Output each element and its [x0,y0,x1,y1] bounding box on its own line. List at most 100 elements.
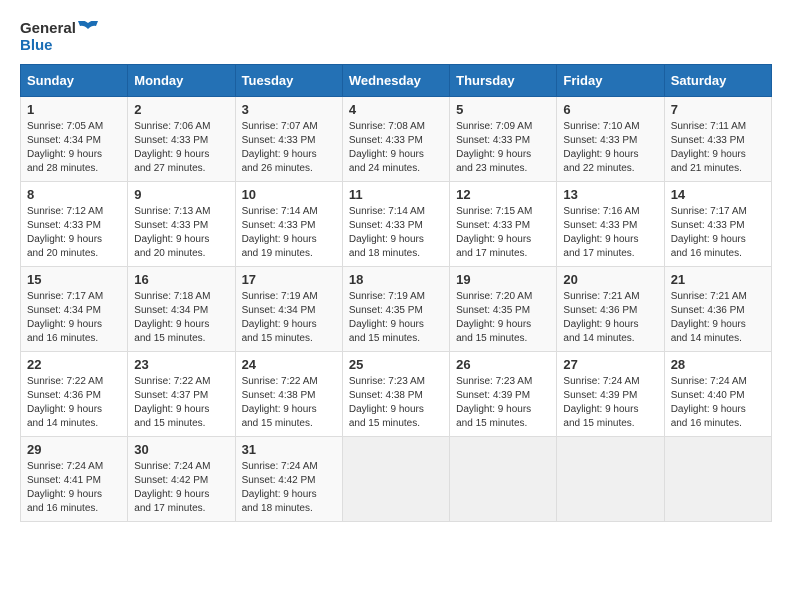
week-row-5: 29 Sunrise: 7:24 AMSunset: 4:41 PMDayligh… [21,437,772,522]
day-number: 10 [242,187,336,202]
day-info: Sunrise: 7:15 AMSunset: 4:33 PMDaylight:… [456,205,550,261]
calendar-cell: 1Sunrise: 7:05 AMSunset: 4:34 PMDaylight… [21,97,128,182]
day-info: Sunrise: 7:19 AMSunset: 4:34 PMDaylight:… [242,290,336,346]
calendar-cell: 14 Sunrise: 7:17 AMSunset: 4:33 PMDayligh… [664,182,771,267]
day-number: 17 [242,272,336,287]
day-number: 20 [563,272,657,287]
day-number: 24 [242,357,336,372]
logo: General Blue [20,20,98,54]
day-info: Sunrise: 7:20 AMSunset: 4:35 PMDaylight:… [456,290,550,346]
day-number: 30 [134,442,228,457]
day-info: Sunrise: 7:17 AMSunset: 4:33 PMDaylight:… [671,205,765,261]
day-info: Sunrise: 7:23 AMSunset: 4:38 PMDaylight:… [349,375,443,431]
header-day-thursday: Thursday [450,65,557,97]
calendar-cell: 24 Sunrise: 7:22 AMSunset: 4:38 PMDayligh… [235,352,342,437]
calendar-cell: 20 Sunrise: 7:21 AMSunset: 4:36 PMDayligh… [557,267,664,352]
day-info: Sunrise: 7:24 AMSunset: 4:39 PMDaylight:… [563,375,657,431]
day-number: 9 [134,187,228,202]
calendar-cell: 3 Sunrise: 7:07 AMSunset: 4:33 PMDaylight… [235,97,342,182]
day-number: 3 [242,102,336,117]
calendar-cell: 21 Sunrise: 7:21 AMSunset: 4:36 PMDayligh… [664,267,771,352]
calendar-cell [450,437,557,522]
day-number: 2 [134,102,228,117]
calendar-cell: 27 Sunrise: 7:24 AMSunset: 4:39 PMDayligh… [557,352,664,437]
day-info: Sunrise: 7:09 AMSunset: 4:33 PMDaylight:… [456,120,550,176]
calendar-cell: 8 Sunrise: 7:12 AMSunset: 4:33 PMDaylight… [21,182,128,267]
day-number: 14 [671,187,765,202]
day-number: 27 [563,357,657,372]
calendar-cell: 12 Sunrise: 7:15 AMSunset: 4:33 PMDayligh… [450,182,557,267]
calendar-cell: 19Sunrise: 7:20 AMSunset: 4:35 PMDayligh… [450,267,557,352]
calendar-cell: 6Sunrise: 7:10 AMSunset: 4:33 PMDaylight… [557,97,664,182]
calendar-cell: 26 Sunrise: 7:23 AMSunset: 4:39 PMDayligh… [450,352,557,437]
day-number: 29 [27,442,121,457]
logo-blue: Blue [20,37,53,54]
calendar-cell: 18 Sunrise: 7:19 AMSunset: 4:35 PMDayligh… [342,267,449,352]
day-number: 5 [456,102,550,117]
calendar-cell: 23 Sunrise: 7:22 AMSunset: 4:37 PMDayligh… [128,352,235,437]
day-info: Sunrise: 7:19 AMSunset: 4:35 PMDaylight:… [349,290,443,346]
day-number: 12 [456,187,550,202]
page-header: General Blue [20,20,772,54]
day-info: Sunrise: 7:22 AMSunset: 4:37 PMDaylight:… [134,375,228,431]
header-row: SundayMondayTuesdayWednesdayThursdayFrid… [21,65,772,97]
header-day-saturday: Saturday [664,65,771,97]
header-day-friday: Friday [557,65,664,97]
calendar-cell: 15Sunrise: 7:17 AMSunset: 4:34 PMDayligh… [21,267,128,352]
calendar-cell: 16 Sunrise: 7:18 AMSunset: 4:34 PMDayligh… [128,267,235,352]
logo-bird-icon [78,21,98,37]
day-info: Sunrise: 7:14 AMSunset: 4:33 PMDaylight:… [242,205,336,261]
calendar-cell: 5 Sunrise: 7:09 AMSunset: 4:33 PMDaylight… [450,97,557,182]
calendar-cell: 13Sunrise: 7:16 AMSunset: 4:33 PMDayligh… [557,182,664,267]
calendar-cell [557,437,664,522]
day-info: Sunrise: 7:24 AMSunset: 4:40 PMDaylight:… [671,375,765,431]
calendar-cell: 30 Sunrise: 7:24 AMSunset: 4:42 PMDayligh… [128,437,235,522]
day-info: Sunrise: 7:24 AMSunset: 4:41 PMDaylight:… [27,460,121,516]
day-number: 23 [134,357,228,372]
calendar-cell [342,437,449,522]
logo-general: General [20,20,76,37]
week-row-1: 1Sunrise: 7:05 AMSunset: 4:34 PMDaylight… [21,97,772,182]
header-day-wednesday: Wednesday [342,65,449,97]
day-number: 8 [27,187,121,202]
day-info: Sunrise: 7:21 AMSunset: 4:36 PMDaylight:… [671,290,765,346]
calendar-cell: 17 Sunrise: 7:19 AMSunset: 4:34 PMDayligh… [235,267,342,352]
calendar-cell: 31Sunrise: 7:24 AMSunset: 4:42 PMDayligh… [235,437,342,522]
day-info: Sunrise: 7:24 AMSunset: 4:42 PMDaylight:… [242,460,336,516]
day-number: 6 [563,102,657,117]
day-info: Sunrise: 7:18 AMSunset: 4:34 PMDaylight:… [134,290,228,346]
day-number: 28 [671,357,765,372]
calendar-cell: 9 Sunrise: 7:13 AMSunset: 4:33 PMDaylight… [128,182,235,267]
day-number: 18 [349,272,443,287]
day-number: 7 [671,102,765,117]
day-info: Sunrise: 7:22 AMSunset: 4:38 PMDaylight:… [242,375,336,431]
calendar-cell: 11Sunrise: 7:14 AMSunset: 4:33 PMDayligh… [342,182,449,267]
day-info: Sunrise: 7:21 AMSunset: 4:36 PMDaylight:… [563,290,657,346]
day-number: 26 [456,357,550,372]
calendar-cell: 7Sunrise: 7:11 AMSunset: 4:33 PMDaylight… [664,97,771,182]
day-info: Sunrise: 7:16 AMSunset: 4:33 PMDaylight:… [563,205,657,261]
day-number: 21 [671,272,765,287]
day-number: 16 [134,272,228,287]
calendar-cell: 10 Sunrise: 7:14 AMSunset: 4:33 PMDayligh… [235,182,342,267]
calendar-cell: 29 Sunrise: 7:24 AMSunset: 4:41 PMDayligh… [21,437,128,522]
calendar-cell: 4 Sunrise: 7:08 AMSunset: 4:33 PMDaylight… [342,97,449,182]
week-row-4: 22 Sunrise: 7:22 AMSunset: 4:36 PMDayligh… [21,352,772,437]
day-number: 11 [349,187,443,202]
calendar-cell: 28 Sunrise: 7:24 AMSunset: 4:40 PMDayligh… [664,352,771,437]
day-info: Sunrise: 7:07 AMSunset: 4:33 PMDaylight:… [242,120,336,176]
day-info: Sunrise: 7:13 AMSunset: 4:33 PMDaylight:… [134,205,228,261]
day-info: Sunrise: 7:22 AMSunset: 4:36 PMDaylight:… [27,375,121,431]
calendar-body: 1Sunrise: 7:05 AMSunset: 4:34 PMDaylight… [21,97,772,522]
day-info: Sunrise: 7:12 AMSunset: 4:33 PMDaylight:… [27,205,121,261]
day-number: 4 [349,102,443,117]
calendar-cell [664,437,771,522]
calendar-cell: 22 Sunrise: 7:22 AMSunset: 4:36 PMDayligh… [21,352,128,437]
day-info: Sunrise: 7:08 AMSunset: 4:33 PMDaylight:… [349,120,443,176]
header-day-monday: Monday [128,65,235,97]
calendar-cell: 2Sunrise: 7:06 AMSunset: 4:33 PMDaylight… [128,97,235,182]
day-number: 15 [27,272,121,287]
day-info: Sunrise: 7:23 AMSunset: 4:39 PMDaylight:… [456,375,550,431]
day-number: 22 [27,357,121,372]
day-info: Sunrise: 7:24 AMSunset: 4:42 PMDaylight:… [134,460,228,516]
